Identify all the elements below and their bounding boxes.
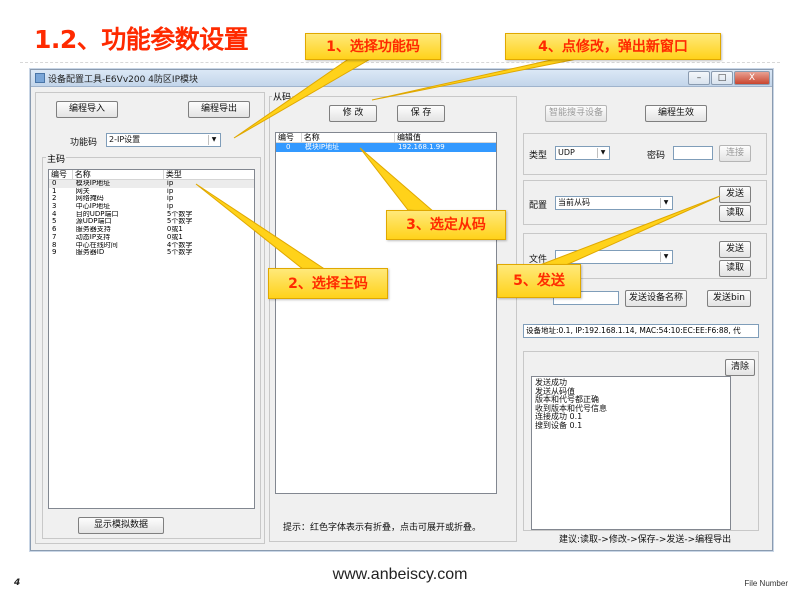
callout-pointer-5 [539, 195, 721, 266]
callout-pointer-2 [195, 183, 328, 271]
callout-step-3: 3、选定从码 [386, 210, 506, 240]
footer-url: www.anbeiscy.com [332, 566, 468, 583]
callout-step-1: 1、选择功能码 [305, 33, 441, 60]
callout-pointer-1 [233, 57, 374, 139]
page-number: 4 [14, 578, 21, 588]
callout-step-5: 5、发送 [497, 264, 581, 298]
callout-pointer-4 [371, 57, 583, 101]
file-number: File Number [744, 579, 788, 588]
callout-pointer-3 [359, 147, 436, 213]
callout-step-2: 2、选择主码 [268, 268, 388, 299]
callout-step-4: 4、点修改，弹出新窗口 [505, 33, 721, 60]
callout-pointers [195, 57, 721, 271]
